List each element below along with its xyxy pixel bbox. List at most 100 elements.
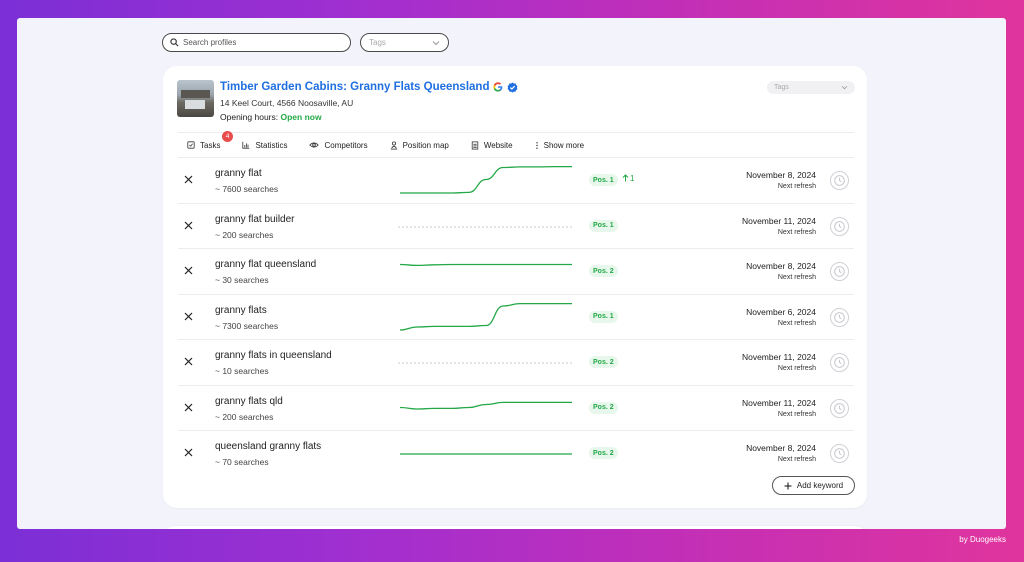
tab-label: Statistics xyxy=(255,140,288,150)
keyword-text: queensland granny flats xyxy=(215,441,322,452)
close-icon xyxy=(184,357,192,366)
next-refresh-label: Next refresh xyxy=(777,365,816,372)
refresh-date: November 8, 2024 xyxy=(746,443,816,453)
next-refresh-label: Next refresh xyxy=(777,456,816,463)
clock-refresh-icon xyxy=(834,402,845,414)
opening-status: Open now xyxy=(280,112,322,122)
refresh-date: November 11, 2024 xyxy=(741,215,816,226)
keyword-text: granny flats in queensland xyxy=(215,350,332,361)
refresh-button[interactable] xyxy=(830,216,849,236)
sparkline-trend xyxy=(399,302,572,331)
keyword-search-volume: ~ 30 searches xyxy=(215,275,269,285)
ranking-sparkline xyxy=(399,165,572,194)
ranking-sparkline xyxy=(399,263,572,267)
profile-title[interactable]: Timber Garden Cabins: Granny Flats Queen… xyxy=(220,81,518,93)
keyword-text: granny flat xyxy=(215,168,262,179)
tab-label: Competitors xyxy=(324,140,368,150)
clock-refresh-icon xyxy=(834,266,845,277)
plus-icon xyxy=(784,482,792,489)
refresh-button[interactable] xyxy=(830,444,849,463)
refresh-date: November 8, 2024 xyxy=(746,261,816,271)
close-icon xyxy=(184,175,192,184)
ranking-sparkline xyxy=(398,226,574,227)
ranking-sparkline xyxy=(399,302,572,331)
keyword-row: queensland granny flats ~ 70 searches Po… xyxy=(178,431,854,477)
profile-tabs: Tasks 4 Statistics Competitors Position … xyxy=(178,130,854,158)
profile-tags-dropdown[interactable]: Tags xyxy=(767,81,855,94)
tab-website[interactable]: Website xyxy=(471,141,513,150)
tab-label: Tasks xyxy=(200,140,221,150)
clock-refresh-icon xyxy=(834,448,845,459)
tab-tasks[interactable]: Tasks 4 xyxy=(187,130,233,150)
tab-show-more[interactable]: Show more xyxy=(535,141,584,150)
verified-badge-icon xyxy=(508,81,518,93)
page-icon xyxy=(471,141,479,149)
refresh-date: November 11, 2024 xyxy=(741,352,816,362)
clock-refresh-icon xyxy=(834,175,845,186)
tab-statistics[interactable]: Statistics xyxy=(242,141,287,150)
tab-label: Website xyxy=(483,140,513,150)
profile-card: Timber Garden Cabins: Granny Flats Queen… xyxy=(163,66,867,508)
remove-keyword-button[interactable] xyxy=(182,402,194,414)
opening-hours-label: Opening hours: xyxy=(220,112,279,122)
next-refresh-label: Next refresh xyxy=(777,319,816,327)
profile-name[interactable]: Timber Garden Cabins: Granny Flats Queen… xyxy=(220,81,489,93)
position-change-value: 1 xyxy=(630,174,635,183)
tab-competitors[interactable]: Competitors xyxy=(309,140,368,150)
ranking-sparkline xyxy=(399,401,572,410)
tab-position-map[interactable]: Position map xyxy=(390,141,449,150)
keyword-text: granny flats xyxy=(215,304,267,316)
refresh-button[interactable] xyxy=(830,398,849,418)
close-icon xyxy=(184,403,192,411)
bar-chart-icon xyxy=(242,141,250,149)
arrow-up-icon xyxy=(622,174,629,182)
ranking-sparkline xyxy=(400,453,572,455)
position-badge: Pos. 1 xyxy=(589,174,618,186)
opening-hours: Opening hours: Open now xyxy=(220,112,322,122)
keyword-search-volume: ~ 10 searches xyxy=(215,366,269,376)
position-badge: Pos. 1 xyxy=(589,310,618,323)
clock-refresh-icon xyxy=(834,311,845,323)
refresh-date: November 11, 2024 xyxy=(741,397,816,408)
refresh-button[interactable] xyxy=(830,171,849,190)
google-icon xyxy=(493,82,503,92)
profile-tags-placeholder: Tags xyxy=(774,84,789,91)
position-badge: Pos. 1 xyxy=(589,219,618,232)
position-change: 1 xyxy=(622,174,634,183)
keyword-text: granny flats qld xyxy=(215,395,283,407)
clock-refresh-icon xyxy=(834,357,845,368)
search-icon xyxy=(170,38,179,47)
keyword-row: granny flat ~ 7600 searches Pos. 1 Novem… xyxy=(178,158,854,204)
remove-keyword-button[interactable] xyxy=(182,220,194,232)
profile-thumbnail xyxy=(177,80,214,117)
chevron-down-icon xyxy=(841,85,848,90)
remove-keyword-button[interactable] xyxy=(182,265,194,277)
add-keyword-button[interactable]: Add keyword xyxy=(772,476,855,495)
position-badge: Pos. 2 xyxy=(589,401,618,414)
refresh-button[interactable] xyxy=(830,262,849,281)
search-input[interactable] xyxy=(183,38,343,47)
remove-keyword-button[interactable] xyxy=(182,447,194,459)
keyword-row: granny flat queensland ~ 30 searches Pos… xyxy=(178,249,854,295)
keyword-row: granny flats qld ~ 200 searches Pos. 2 N… xyxy=(178,386,854,431)
tags-filter-dropdown[interactable]: Tags xyxy=(360,33,449,52)
next-refresh-label: Next refresh xyxy=(777,274,816,281)
keyword-row: granny flat builder ~ 200 searches Pos. … xyxy=(178,204,854,249)
credit-text: by Duogeeks xyxy=(959,535,1006,544)
tab-label: Position map xyxy=(402,140,449,150)
remove-keyword-button[interactable] xyxy=(182,311,194,323)
close-icon xyxy=(184,221,192,229)
next-refresh-label: Next refresh xyxy=(777,228,816,236)
keyword-row: granny flats in queensland ~ 10 searches… xyxy=(178,340,854,386)
keyword-search-volume: ~ 7300 searches xyxy=(215,320,279,331)
search-profiles-field[interactable] xyxy=(162,33,351,52)
tab-label: Show more xyxy=(543,140,585,150)
remove-keyword-button[interactable] xyxy=(182,356,194,368)
refresh-date: November 6, 2024 xyxy=(746,306,816,317)
refresh-button[interactable] xyxy=(830,307,849,327)
keyword-search-volume: ~ 200 searches xyxy=(215,411,274,422)
tags-filter-placeholder: Tags xyxy=(369,38,386,47)
refresh-button[interactable] xyxy=(830,353,849,372)
add-keyword-label: Add keyword xyxy=(796,481,844,490)
remove-keyword-button[interactable] xyxy=(182,174,194,186)
